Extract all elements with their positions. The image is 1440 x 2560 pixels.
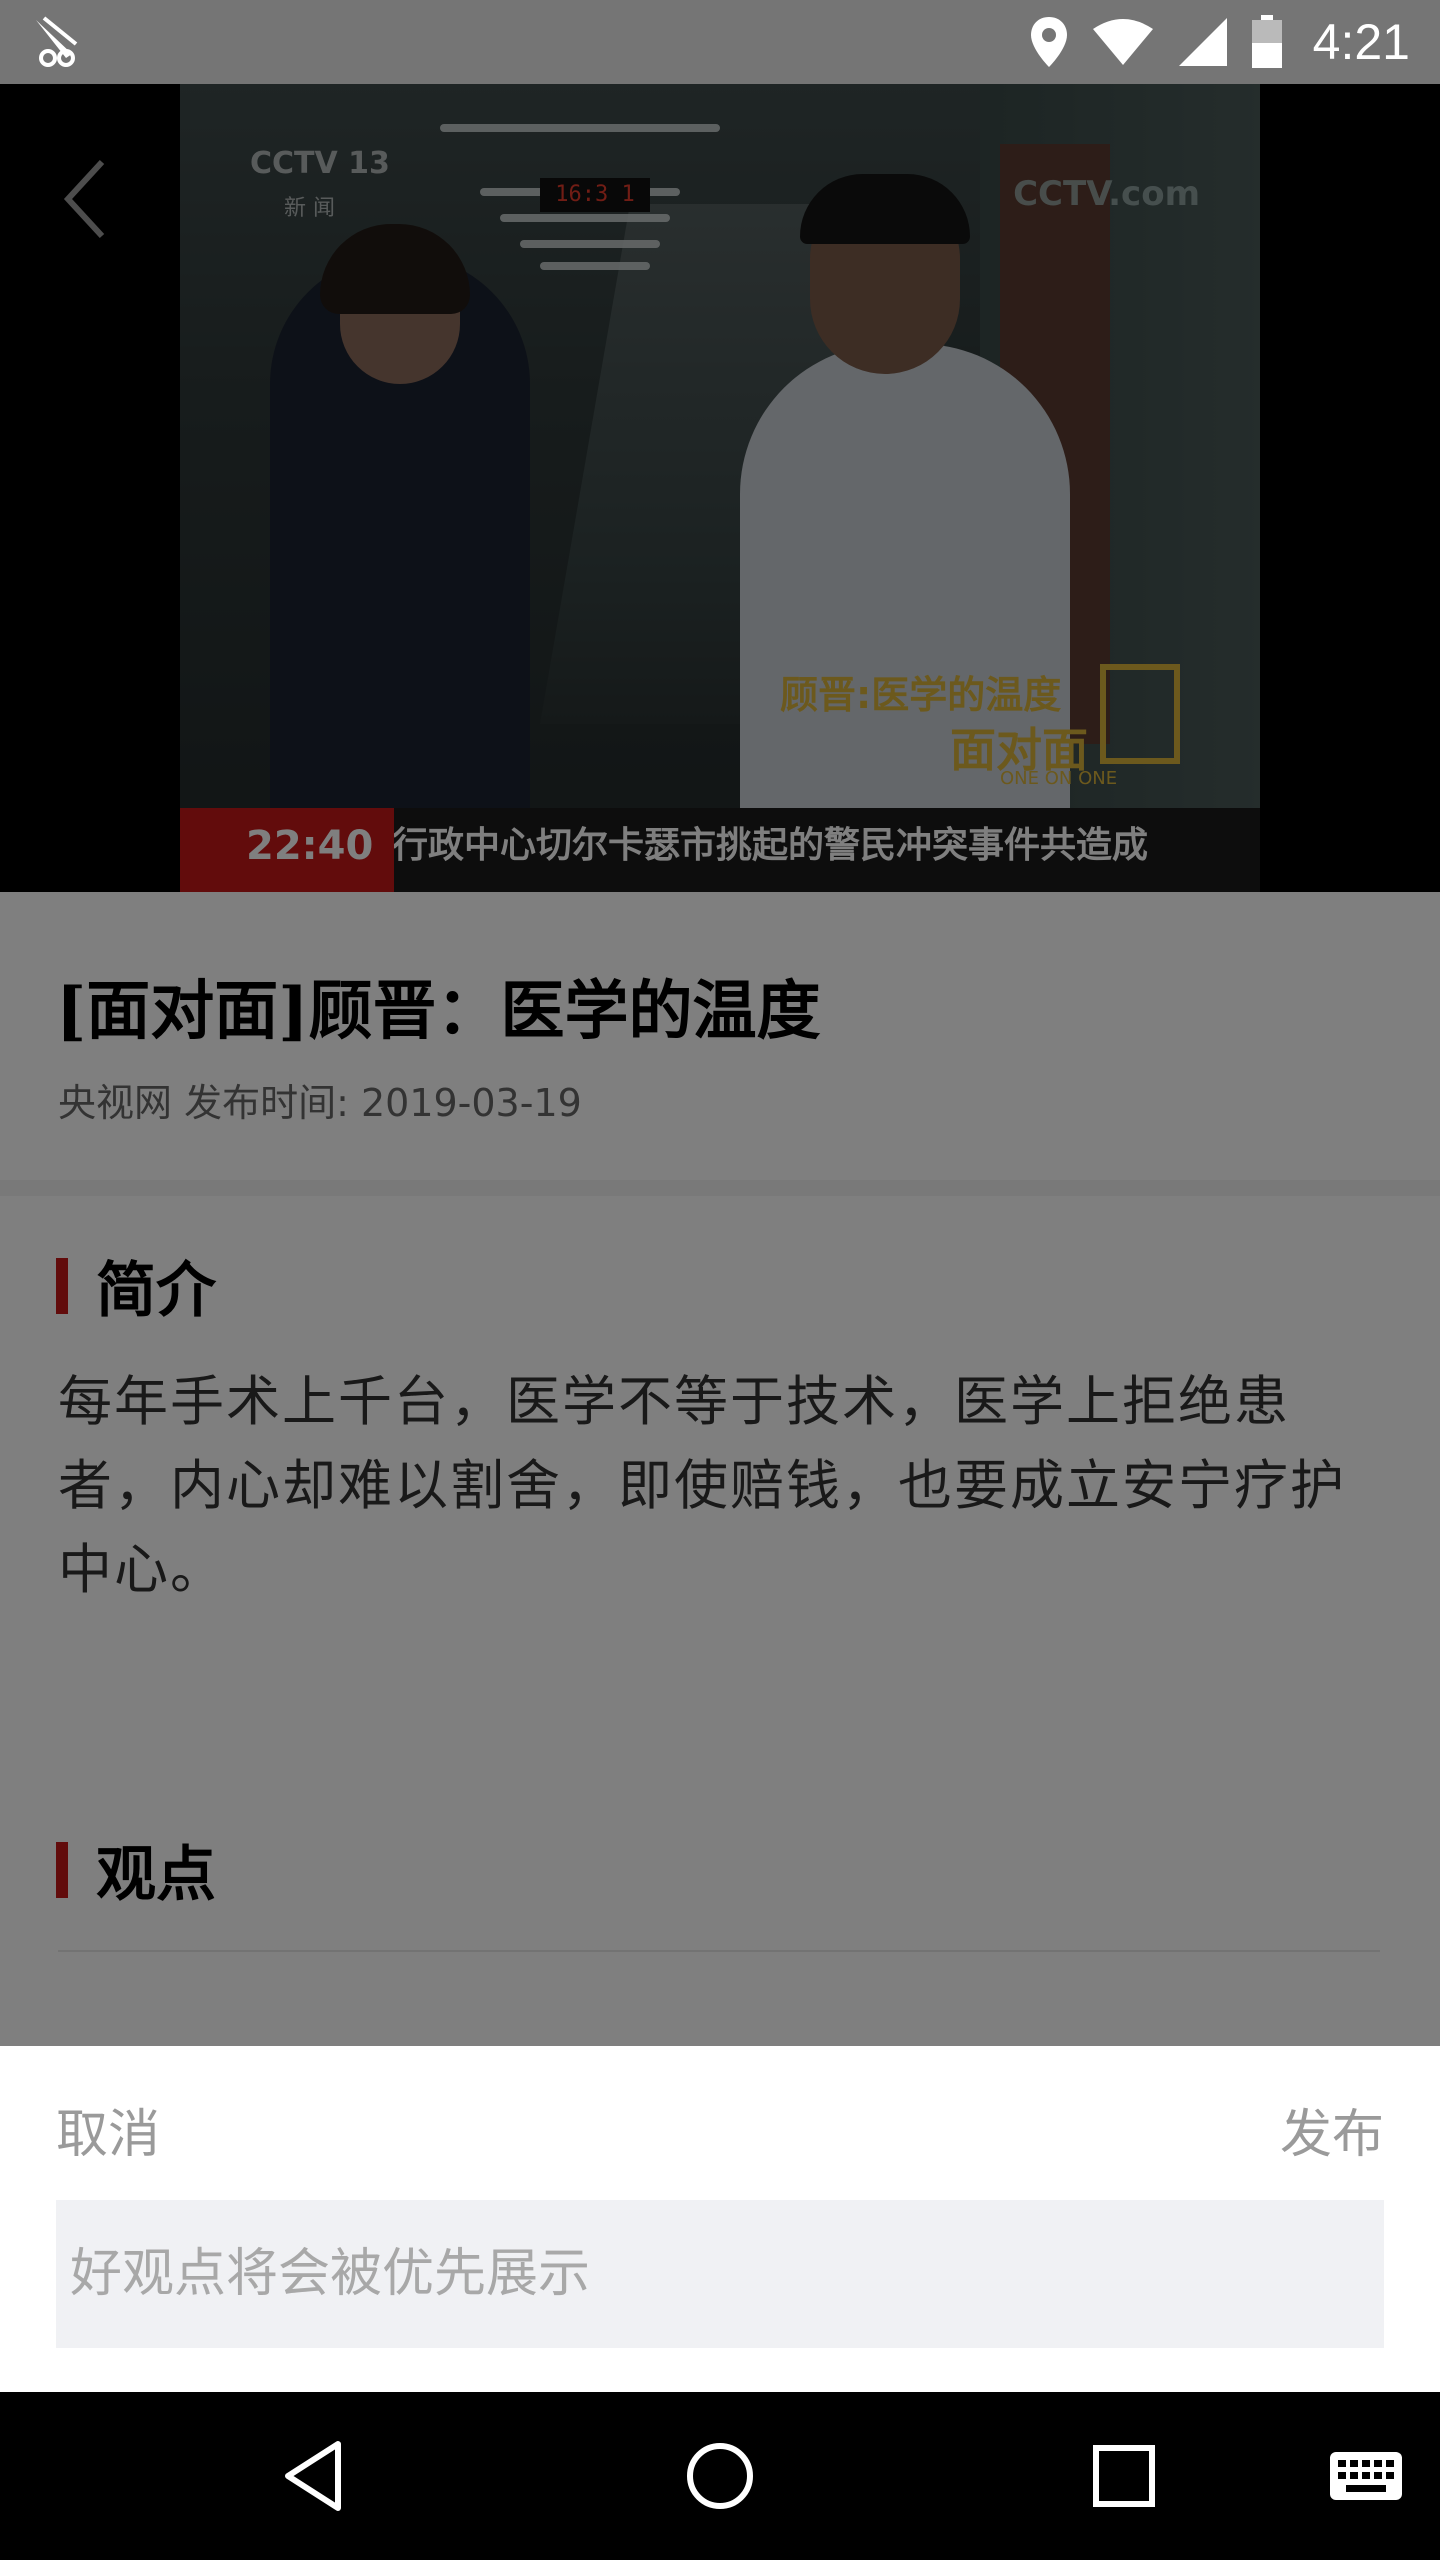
nav-back-icon[interactable] [274, 2434, 358, 2518]
publish-button[interactable]: 发布 [1280, 2092, 1384, 2167]
signal-icon [1178, 18, 1227, 66]
modal-backdrop[interactable] [0, 84, 1440, 2046]
status-time: 4:21 [1312, 14, 1410, 70]
status-bar: 4:21 [0, 0, 1440, 84]
comment-sheet: 取消 发布 [0, 2046, 1440, 2392]
notification-app-icon [36, 16, 78, 67]
system-nav-bar [0, 2392, 1440, 2560]
nav-recents-icon[interactable] [1082, 2434, 1166, 2518]
keyboard-icon[interactable] [1326, 2434, 1406, 2518]
comment-input[interactable] [56, 2200, 1384, 2348]
battery-icon [1251, 15, 1282, 68]
cancel-button[interactable]: 取消 [56, 2092, 160, 2167]
nav-home-icon[interactable] [678, 2434, 762, 2518]
location-icon [1030, 17, 1067, 67]
wifi-icon [1092, 19, 1153, 65]
